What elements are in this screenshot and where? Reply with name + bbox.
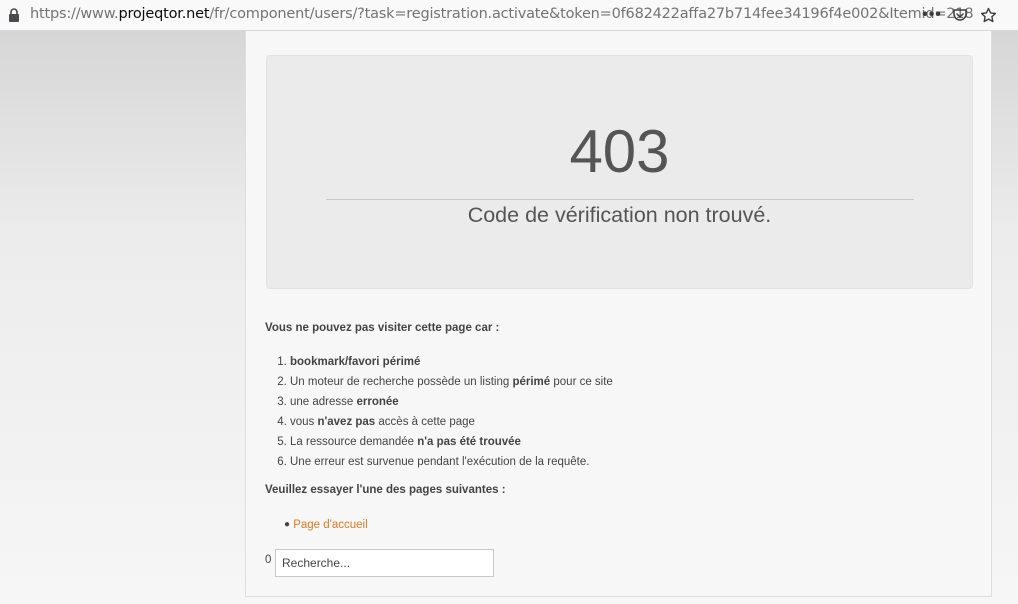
list-item: 2. Un moteur de recherche possède un lis… (265, 372, 613, 392)
list-item: 1. bookmark/favori périmé (265, 352, 613, 372)
reason-text: La ressource demandée (290, 436, 418, 448)
list-number: 6. (277, 456, 290, 468)
list-item: 4. vous n'avez pas accès à cette page (265, 412, 613, 432)
list-number: 5. (277, 436, 290, 448)
url-path: /fr/component/users/?task=registration.a… (209, 6, 974, 22)
url-field[interactable]: https://www.projeqtor.net/fr/component/u… (30, 6, 974, 22)
reason-text: une adresse (290, 396, 357, 408)
reason-text: accès à cette page (375, 416, 475, 428)
reasons-heading: Vous ne pouvez pas visiter cette page ca… (265, 322, 500, 334)
list-item: ● Page d'accueil (265, 515, 368, 535)
reason-text: vous (290, 416, 318, 428)
error-message: Code de vérification non trouvé. (467, 203, 772, 227)
reason-text: Une erreur est survenue pendant l'exécut… (290, 456, 590, 468)
url-scheme: https://www. (30, 6, 119, 22)
list-item: 3. une adresse erronée (265, 392, 613, 412)
more-icon[interactable]: ••• (920, 4, 944, 26)
reason-text: Un moteur de recherche possède un listin… (290, 376, 513, 388)
list-number: 3. (277, 396, 290, 408)
divider (326, 199, 914, 200)
suggestions-list: ● Page d'accueil (265, 515, 368, 535)
reasons-list: 1. bookmark/favori périmé 2. Un moteur de… (265, 352, 613, 472)
home-link[interactable]: Page d'accueil (293, 519, 367, 531)
search-count: 0 (265, 554, 272, 566)
reason-text: pour ce site (550, 376, 613, 388)
list-item: 6. Une erreur est survenue pendant l'exé… (265, 452, 613, 472)
reason-text: n'a pas été trouvée (417, 436, 521, 448)
error-box: 403 Code de vérification non trouvé. (266, 55, 973, 289)
reason-text: bookmark/favori périmé (290, 356, 421, 368)
reason-text: périmé (512, 376, 551, 388)
list-number: 1. (277, 356, 290, 368)
search-input[interactable] (275, 549, 494, 577)
reason-text: erronée (356, 396, 399, 408)
list-item: 5. La ressource demandée n'a pas été tro… (265, 432, 613, 452)
lock-icon[interactable] (8, 8, 20, 22)
star-icon[interactable] (976, 4, 1000, 26)
reason-text: n'avez pas (317, 416, 376, 428)
url-domain: projeqtor.net (118, 6, 210, 22)
bullet: ● (283, 519, 290, 530)
pocket-icon[interactable] (948, 4, 972, 26)
list-number: 2. (277, 376, 290, 388)
browser-address-bar: https://www.projeqtor.net/fr/component/u… (0, 0, 1018, 31)
list-number: 4. (277, 416, 290, 428)
suggestions-heading: Veuillez essayer l'une des pages suivant… (265, 484, 506, 496)
error-code: 403 (569, 118, 670, 185)
main-content: 403 Code de vérification non trouvé. Vou… (245, 31, 992, 597)
